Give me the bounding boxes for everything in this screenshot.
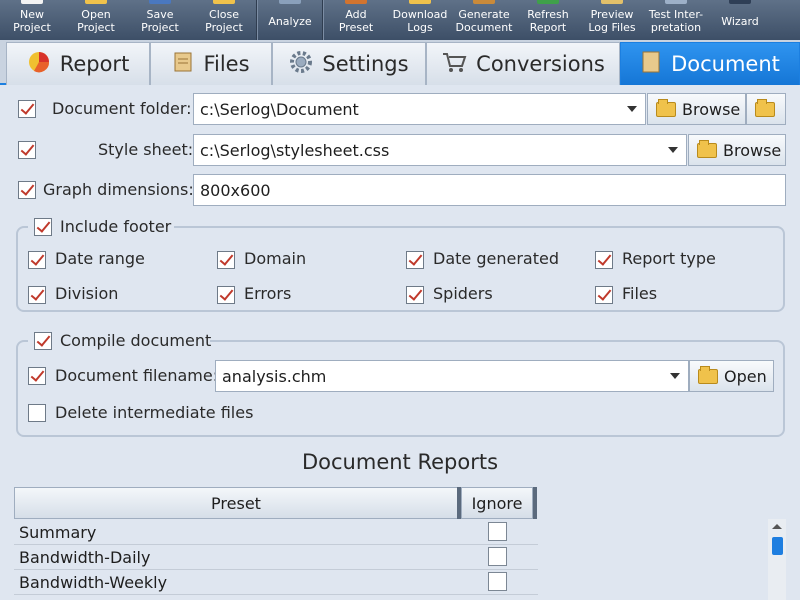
chevron-down-icon [668, 147, 678, 153]
include-footer-checkbox[interactable] [34, 218, 52, 236]
add-preset-button[interactable]: Add Preset [324, 0, 388, 40]
compile-document-label: Compile document [60, 331, 212, 350]
add-preset-icon [345, 0, 367, 4]
footer-date-generated-label: Date generated [433, 249, 559, 268]
save-project-button[interactable]: Save Project [128, 0, 192, 40]
wizard-icon [729, 0, 751, 4]
ignore-checkbox[interactable] [488, 572, 507, 591]
preview-log-files-icon [601, 0, 623, 4]
vertical-scrollbar[interactable] [768, 519, 786, 600]
document-filename-dropdown[interactable]: analysis.chm [215, 360, 689, 392]
new-project-button[interactable]: New Project [0, 0, 64, 40]
document-folder-dropdown[interactable]: c:\Serlog\Document [193, 93, 646, 125]
wizard-button[interactable]: Wizard [708, 0, 772, 40]
graph-dimensions-input[interactable]: 800x600 [193, 174, 786, 206]
open-folder-button[interactable] [746, 93, 786, 125]
footer-spiders-label: Spiders [433, 284, 493, 303]
document-folder-checkbox[interactable] [18, 100, 36, 118]
delete-intermediate-label: Delete intermediate files [55, 403, 254, 422]
tab-report[interactable]: Report [6, 42, 150, 85]
ignore-checkbox[interactable] [488, 547, 507, 566]
preset-column-header[interactable]: Preset [14, 487, 458, 519]
test-interpretation-button[interactable]: Test Inter- pretation [644, 0, 708, 40]
tab-conversions[interactable]: Conversions [426, 42, 620, 85]
download-logs-icon [409, 0, 431, 4]
footer-files-checkbox[interactable] [595, 286, 613, 304]
refresh-report-icon [537, 0, 559, 4]
table-row[interactable]: Bandwidth-Daily [14, 545, 538, 570]
document-folder-browse-button[interactable]: Browse [647, 93, 746, 125]
new-project-icon [21, 0, 43, 4]
ignore-checkbox[interactable] [488, 522, 507, 541]
style-sheet-browse-button[interactable]: Browse [688, 134, 786, 166]
document-filename-label: Document filename: [55, 366, 219, 385]
scroll-icon [172, 50, 194, 79]
open-project-button[interactable]: Open Project [64, 0, 128, 40]
footer-domain-label: Domain [244, 249, 307, 268]
generate-document-button[interactable]: Generate Document [452, 0, 516, 40]
table-row[interactable]: Bandwidth-Weekly [14, 570, 538, 595]
analyze-button[interactable]: Analyze [258, 0, 322, 40]
footer-division-label: Division [55, 284, 119, 303]
tab-bar: Report Files Settings Conversions Docume… [0, 40, 800, 85]
footer-division-checkbox[interactable] [28, 286, 46, 304]
folder-icon [656, 98, 676, 117]
gear-icon [289, 50, 313, 79]
column-separator [533, 487, 537, 519]
folder-icon [755, 98, 775, 117]
document-filename-checkbox[interactable] [28, 367, 46, 385]
download-logs-button[interactable]: Download Logs [388, 0, 452, 40]
tab-document[interactable]: Document [620, 42, 800, 85]
document-icon [640, 50, 662, 79]
footer-spiders-checkbox[interactable] [406, 286, 424, 304]
scroll-thumb[interactable] [772, 537, 783, 555]
close-project-icon [213, 0, 235, 4]
document-folder-label: Document folder: [52, 99, 192, 118]
tab-files[interactable]: Files [150, 42, 272, 85]
style-sheet-label: Style sheet: [98, 140, 194, 159]
open-project-icon [85, 0, 107, 4]
footer-report-type-checkbox[interactable] [595, 251, 613, 269]
pie-chart-icon [27, 50, 51, 79]
footer-report-type-label: Report type [622, 249, 716, 268]
tab-settings[interactable]: Settings [272, 42, 426, 85]
table-row[interactable]: Summary [14, 520, 538, 545]
footer-date-range-checkbox[interactable] [28, 251, 46, 269]
style-sheet-checkbox[interactable] [18, 141, 36, 159]
close-project-button[interactable]: Close Project [192, 0, 256, 40]
graph-dimensions-label: Graph dimensions: [43, 180, 194, 199]
footer-files-label: Files [622, 284, 658, 303]
toolbar: New Project Open Project Save Project Cl… [0, 0, 800, 40]
footer-errors-label: Errors [244, 284, 292, 303]
analyze-icon [279, 0, 301, 4]
refresh-report-button[interactable]: Refresh Report [516, 0, 580, 40]
footer-errors-checkbox[interactable] [217, 286, 235, 304]
generate-document-icon [473, 0, 495, 4]
style-sheet-dropdown[interactable]: c:\Serlog\stylesheet.css [193, 134, 687, 166]
scroll-up-icon[interactable] [772, 524, 782, 529]
graph-dimensions-checkbox[interactable] [18, 181, 36, 199]
document-reports-heading: Document Reports [301, 450, 499, 474]
folder-icon [697, 139, 717, 158]
preview-log-files-button[interactable]: Preview Log Files [580, 0, 644, 40]
footer-date-range-label: Date range [55, 249, 145, 268]
include-footer-label: Include footer [60, 217, 172, 236]
folder-open-icon [698, 365, 718, 384]
footer-date-generated-checkbox[interactable] [406, 251, 424, 269]
cart-icon [441, 50, 467, 79]
delete-intermediate-checkbox[interactable] [28, 404, 46, 422]
include-footer-group [16, 226, 785, 312]
save-project-icon [149, 0, 171, 4]
chevron-down-icon [670, 373, 680, 379]
chevron-down-icon [627, 106, 637, 112]
open-document-button[interactable]: Open [689, 360, 774, 392]
test-interpretation-icon [665, 0, 687, 4]
ignore-column-header[interactable]: Ignore [461, 487, 533, 519]
footer-domain-checkbox[interactable] [217, 251, 235, 269]
compile-document-checkbox[interactable] [34, 332, 52, 350]
